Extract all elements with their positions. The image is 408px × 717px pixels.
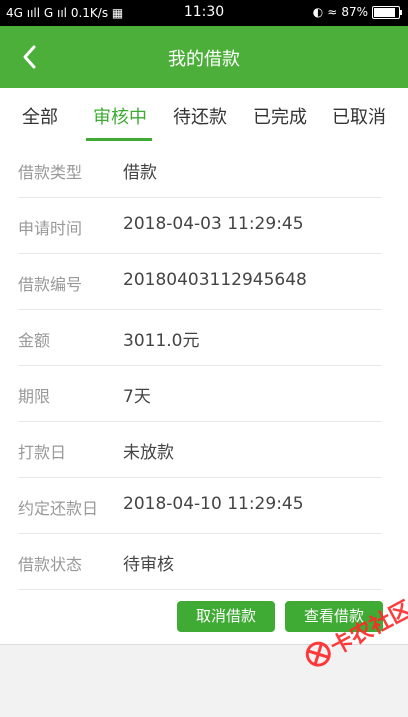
detail-row-loan-type: 借款类型 借款 bbox=[0, 142, 408, 198]
tab-pending-repayment[interactable]: 待还款 bbox=[173, 103, 227, 129]
detail-value: 待审核 bbox=[123, 555, 174, 575]
detail-value: 20180403112945648 bbox=[123, 270, 307, 290]
detail-value: 3011.0元 bbox=[123, 331, 200, 351]
detail-value: 2018-04-10 11:29:45 bbox=[123, 494, 304, 514]
active-tab-indicator bbox=[86, 138, 152, 141]
detail-value: 借款 bbox=[123, 163, 157, 183]
tab-bar: 全部 审核中 待还款 已完成 已取消 bbox=[0, 88, 408, 143]
detail-label: 金额 bbox=[18, 331, 51, 350]
app-header: 我的借款 bbox=[0, 26, 408, 88]
detail-row-due-date: 约定还款日 2018-04-10 11:29:45 bbox=[0, 478, 408, 534]
page-title: 我的借款 bbox=[168, 49, 240, 70]
detail-value: 未放款 bbox=[123, 443, 174, 463]
loan-details: 借款类型 借款 申请时间 2018-04-03 11:29:45 借款编号 20… bbox=[0, 142, 408, 644]
detail-row-term: 期限 7天 bbox=[0, 366, 408, 422]
status-bar: 4G ııll G ııl 0.1K/s ▦ 11:30 ◐ ≈ 87% bbox=[0, 0, 408, 26]
status-right: ◐ ≈ 87% bbox=[312, 5, 402, 19]
detail-row-apply-time: 申请时间 2018-04-03 11:29:45 bbox=[0, 198, 408, 254]
detail-row-loan-number: 借款编号 20180403112945648 bbox=[0, 254, 408, 310]
tab-completed[interactable]: 已完成 bbox=[253, 103, 307, 129]
alarm-icon: ◐ bbox=[312, 5, 324, 19]
detail-row-amount: 金额 3011.0元 bbox=[0, 310, 408, 366]
cancel-loan-button[interactable]: 取消借款 bbox=[177, 601, 275, 632]
wifi-icon: ≈ bbox=[327, 5, 338, 19]
tab-cancelled[interactable]: 已取消 bbox=[332, 103, 386, 129]
detail-label: 借款状态 bbox=[18, 555, 83, 574]
battery-percent: 87% bbox=[341, 5, 368, 19]
detail-label: 打款日 bbox=[18, 443, 67, 462]
detail-label: 申请时间 bbox=[18, 219, 83, 238]
battery-icon bbox=[372, 5, 402, 19]
detail-value: 2018-04-03 11:29:45 bbox=[123, 214, 304, 234]
detail-row-disbursement-date: 打款日 未放款 bbox=[0, 422, 408, 478]
row-divider bbox=[18, 589, 382, 590]
detail-label: 借款编号 bbox=[18, 275, 83, 294]
tab-reviewing[interactable]: 审核中 bbox=[93, 103, 147, 129]
tab-all[interactable]: 全部 bbox=[22, 103, 58, 129]
detail-label: 借款类型 bbox=[18, 163, 83, 182]
detail-label: 约定还款日 bbox=[18, 499, 99, 518]
detail-label: 期限 bbox=[18, 387, 51, 406]
detail-value: 7天 bbox=[123, 387, 151, 407]
detail-row-loan-status: 借款状态 待审核 bbox=[0, 534, 408, 590]
